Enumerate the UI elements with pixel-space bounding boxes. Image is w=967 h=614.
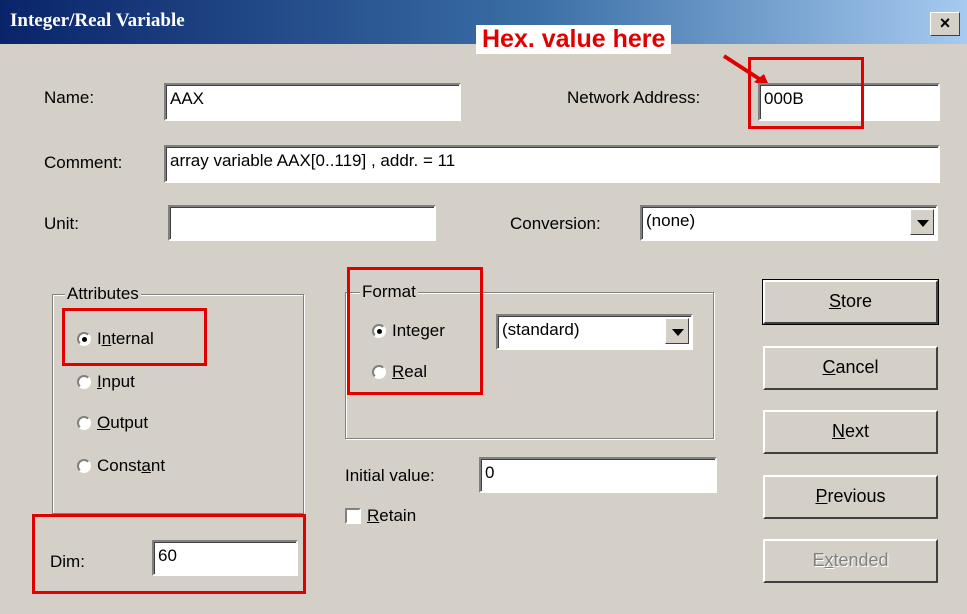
hex-value-callout: Hex. value here [476,25,672,54]
retain-label: Retain [367,505,417,525]
cancel-button[interactable]: Cancel [763,346,938,390]
initial-value-label: Initial value: [345,466,435,485]
close-button[interactable]: × [930,12,960,36]
radio-icon [77,374,91,389]
attribute-input-label: Input [97,371,135,391]
name-label: Name: [44,88,95,107]
unit-label: Unit: [44,214,79,233]
chevron-down-icon[interactable] [910,209,934,235]
conversion-value: (none) [646,211,696,230]
next-button[interactable]: Next [763,410,938,454]
unit-input[interactable] [168,205,436,241]
name-input[interactable]: AAX [164,83,461,121]
format-value: (standard) [502,320,580,339]
checkbox-icon [345,507,361,524]
network-address-label: Network Address: [567,88,701,107]
attribute-constant-radio[interactable]: Constant [77,455,165,476]
format-select[interactable]: (standard) [496,314,693,350]
comment-label: Comment: [44,153,123,172]
radio-icon [77,415,91,430]
conversion-select[interactable]: (none) [640,205,938,241]
window-title: Integer/Real Variable [10,10,185,31]
radio-icon [77,458,91,473]
dim-highlight [32,514,306,594]
network-address-highlight [748,57,864,129]
retain-checkbox[interactable]: Retain [345,505,416,526]
comment-input[interactable]: array variable AAX[0..119] , addr. = 11 [164,145,940,183]
initial-value-input[interactable]: 0 [479,457,717,493]
attributes-title: Attributes [65,284,141,304]
attribute-output-radio[interactable]: Output [77,412,148,433]
internal-highlight [62,308,207,366]
attribute-constant-label: Constant [97,455,166,475]
attribute-input-radio[interactable]: Input [77,371,135,392]
attribute-output-label: Output [97,412,149,432]
conversion-label: Conversion: [510,214,601,233]
extended-button[interactable]: Extended [763,539,938,583]
previous-button[interactable]: Previous [763,475,938,519]
store-button[interactable]: Store [762,279,939,325]
format-highlight [347,267,483,395]
chevron-down-icon[interactable] [665,318,689,344]
